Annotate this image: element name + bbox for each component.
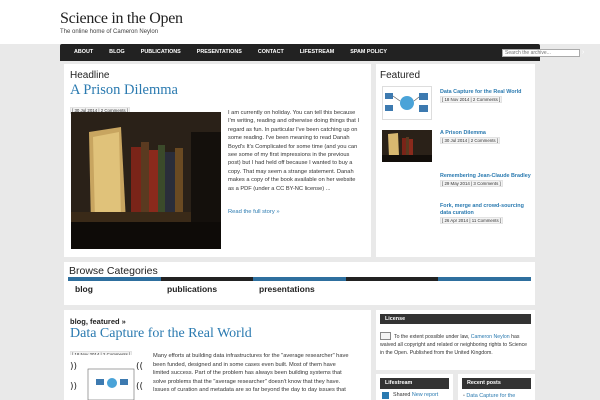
svg-text:)): )) [70,362,77,372]
recent-post-link[interactable]: • Data Capture for the [463,393,515,399]
site-header: Science in the Open The online home of C… [0,0,600,44]
featured-item-meta: [ 30 Jul 2014 | 2 Comments ] [440,137,501,144]
lifestream-item: Shared New report [393,392,438,398]
headline-post-title[interactable]: A Prison Dilemma [70,82,178,99]
bullet-icon: • [463,393,465,399]
headline-label: Headline [70,70,110,81]
browse-categories-panel: Browse Categories blog publications pres… [64,262,535,305]
nav-lifestream[interactable]: LIFESTREAM [292,44,342,61]
featured-item-title[interactable]: Fork, merge and crowd-sourcing data cura… [440,203,534,217]
category-color-bars [68,277,531,281]
browse-categories-title: Browse Categories [69,265,158,277]
license-author-link[interactable]: Cameron Neylon [471,334,510,340]
license-title: License [380,314,531,324]
lifestream-item-prefix: Shared [393,392,411,398]
search-icon[interactable]: › [582,49,588,57]
featured-item-meta: [ 29 May 2014 | 3 Comments ] [440,180,503,187]
category-presentations[interactable]: presentations [259,284,315,294]
recent-posts-title: Recent posts [462,378,531,389]
category-bar [438,277,531,281]
license-text: To the extent possible under law, Camero… [380,333,532,357]
nav-spam-policy[interactable]: SPAM POLICY [342,44,395,61]
featured-item-meta: [ 26 Apr 2014 | 11 Comments ] [440,217,504,224]
featured-label: Featured [380,70,421,81]
post-excerpt-line: Issues of curation and metadata are so f… [153,387,346,394]
featured-item-title[interactable]: Remembering Jean-Claude Bradley [440,173,532,180]
post-excerpt-line: been funded, designed and in some cases … [153,361,336,368]
headline-excerpt: I am currently on holiday. You can tell … [228,110,360,192]
nav-contact[interactable]: CONTACT [250,44,292,61]
post-image[interactable]: )) )) (( (( [70,355,146,400]
headline-read-more-link[interactable]: Read the full story » [228,209,280,215]
svg-text:)): )) [70,382,77,392]
main-nav: ABOUT BLOG PUBLICATIONS PRESENTATIONS CO… [60,44,540,61]
headline-image[interactable] [71,112,221,249]
featured-item: A Prison Dilemma [ 30 Jul 2014 | 2 Comme… [440,130,532,144]
category-bar [160,277,254,281]
category-blog[interactable]: blog [75,284,93,294]
search-input[interactable] [502,49,580,57]
featured-thumb-2[interactable] [382,130,432,162]
featured-item: Remembering Jean-Claude Bradley [ 29 May… [440,173,532,187]
featured-item: Data Capture for the Real World [ 18 Nov… [440,89,532,103]
nav-presentations[interactable]: PRESENTATIONS [189,44,250,61]
featured-item-title[interactable]: Data Capture for the Real World [440,89,532,96]
featured-item-title[interactable]: A Prison Dilemma [440,130,532,137]
nav-about[interactable]: ABOUT [66,44,101,61]
site-title[interactable]: Science in the Open [60,10,183,28]
license-text-prefix: To the extent possible under law, [394,334,470,340]
post-excerpt-line: limited success. Part of the problem has… [153,370,342,377]
svg-text:((: (( [136,382,143,392]
nav-publications[interactable]: PUBLICATIONS [133,44,189,61]
featured-item-meta: [ 18 Nov 2014 | 2 Comments ] [440,96,503,103]
post-excerpt-line: solve problems that the "average researc… [153,378,341,385]
delicious-icon [382,392,389,399]
lifestream-item-link[interactable]: New report [412,392,438,398]
svg-text:((: (( [136,362,143,372]
post-excerpt: Many efforts at building data infrastruc… [153,352,368,395]
category-bar [345,277,439,281]
category-publications[interactable]: publications [167,284,217,294]
post-title[interactable]: Data Capture for the Real World [70,326,252,342]
featured-item: Fork, merge and crowd-sourcing data cura… [440,203,534,224]
category-bar [68,277,161,281]
featured-thumb-1[interactable] [382,86,432,120]
post-category-link[interactable]: blog, featured » [70,317,126,326]
site-tagline: The online home of Cameron Neylon [60,29,159,35]
category-bar [253,277,346,281]
lifestream-title: Lifestream [380,378,449,389]
nav-blog[interactable]: BLOG [101,44,133,61]
recent-post-title[interactable]: Data Capture for the [466,393,515,399]
post-excerpt-line: Many efforts at building data infrastruc… [153,353,349,359]
